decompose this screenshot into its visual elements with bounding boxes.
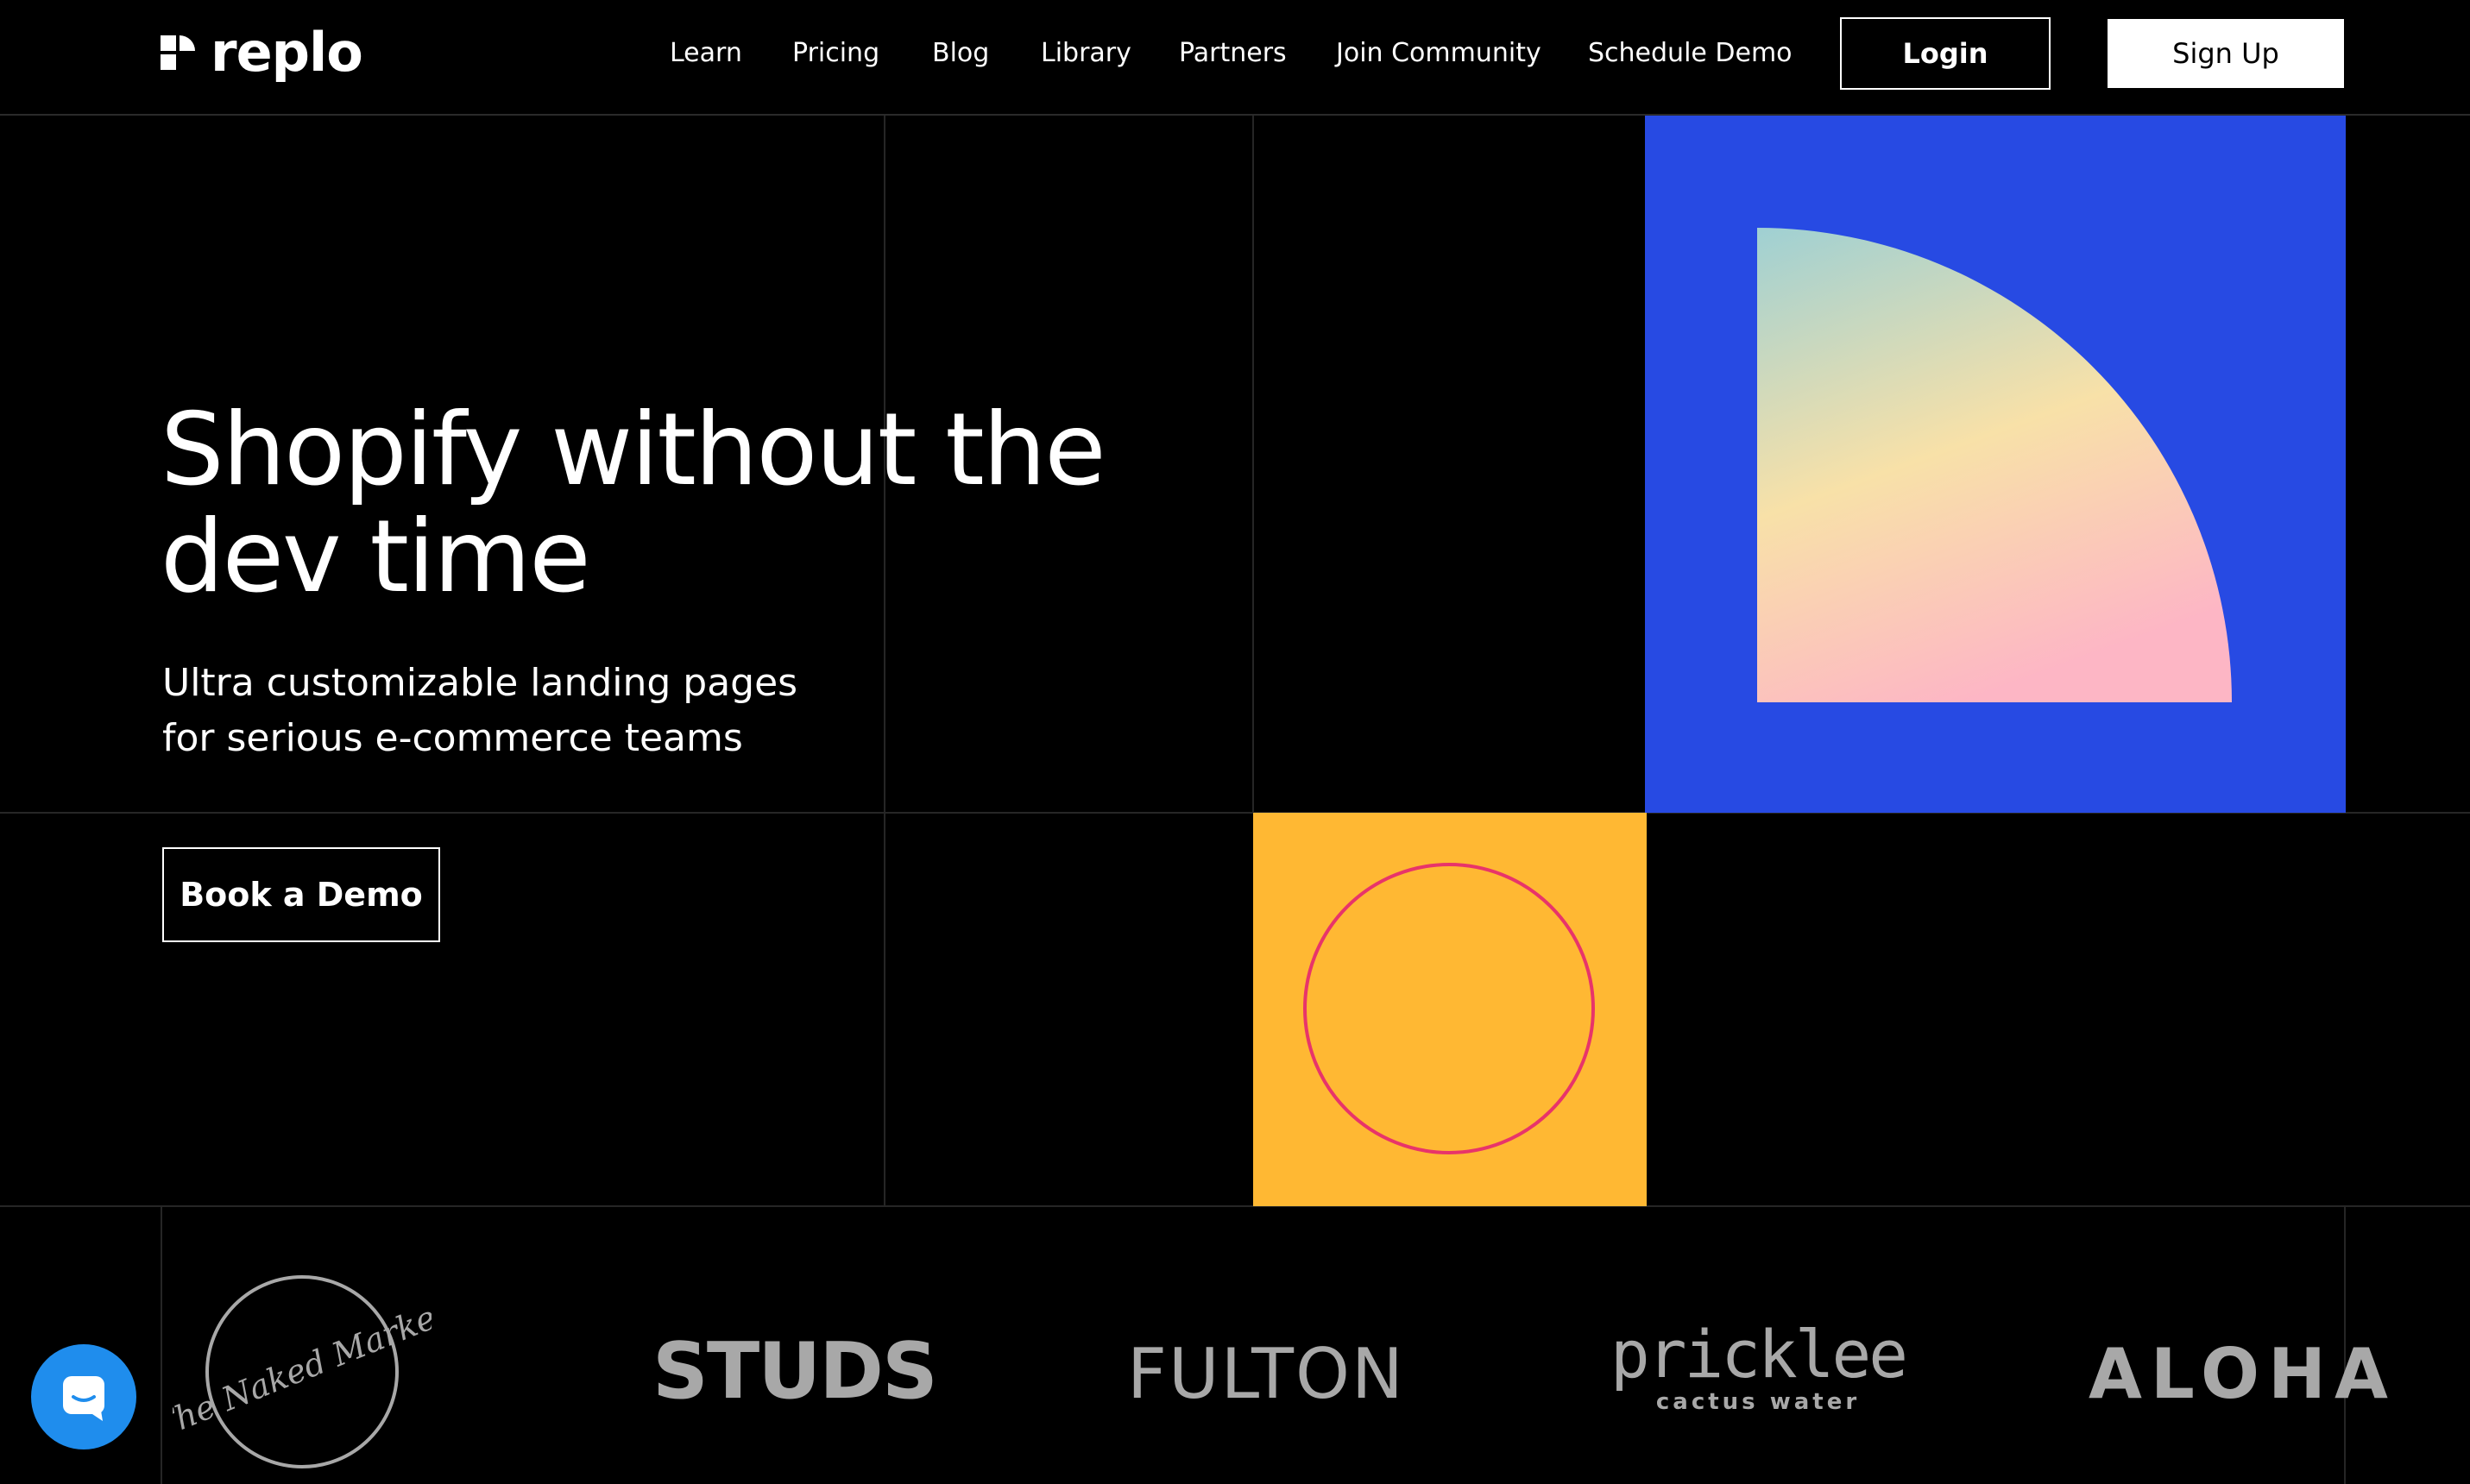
pink-ring-circle bbox=[1303, 863, 1595, 1154]
site-header: replo Learn Pricing Blog Library Partner… bbox=[0, 0, 2470, 116]
nav-link-library[interactable]: Library bbox=[1041, 35, 1131, 72]
blue-graphic-block bbox=[1645, 116, 2346, 813]
nav-link-learn[interactable]: Learn bbox=[670, 35, 742, 72]
book-demo-button[interactable]: Book a Demo bbox=[162, 847, 440, 942]
brand-logo[interactable]: replo bbox=[161, 21, 363, 84]
yellow-graphic-block bbox=[1253, 813, 1647, 1206]
pricklee-logo-name: pricklee bbox=[1610, 1316, 1908, 1393]
pricklee-logo-tagline: cactus water bbox=[1655, 1389, 1861, 1415]
nav-link-schedule-demo[interactable]: Schedule Demo bbox=[1588, 35, 1793, 72]
signup-button[interactable]: Sign Up bbox=[2108, 19, 2344, 88]
chat-launcher-button[interactable] bbox=[31, 1344, 136, 1449]
chat-icon bbox=[63, 1376, 104, 1421]
fulton-logo: FULTON bbox=[1127, 1334, 1405, 1414]
replo-logo-icon bbox=[161, 35, 195, 70]
brand-name: replo bbox=[211, 21, 363, 84]
gradient-quarter-circle bbox=[1757, 228, 2232, 702]
login-button[interactable]: Login bbox=[1840, 17, 2051, 90]
naked-market-logo-text: The Naked Market bbox=[173, 1293, 432, 1446]
nav-link-join-community[interactable]: Join Community bbox=[1336, 35, 1541, 72]
hero-subtitle-line-1: Ultra customizable landing pages bbox=[162, 661, 798, 705]
hero-title-line-1: Shopify without the bbox=[161, 392, 1106, 508]
pricklee-logo: pricklee cactus water bbox=[1610, 1316, 1908, 1416]
aloha-logo: ALOHA bbox=[2089, 1334, 2397, 1414]
hero-title-line-2: dev time bbox=[161, 499, 591, 615]
hero-title: Shopify without the dev time bbox=[161, 397, 1282, 611]
hero-subtitle-line-2: for serious e-commerce teams bbox=[162, 716, 743, 760]
studs-logo: STUDS bbox=[652, 1326, 938, 1417]
grid-line bbox=[161, 1206, 162, 1484]
nav-link-pricing[interactable]: Pricing bbox=[792, 35, 879, 72]
naked-market-logo: The Naked Market bbox=[173, 1275, 432, 1468]
grid-line bbox=[0, 1205, 2470, 1207]
nav-link-partners[interactable]: Partners bbox=[1179, 35, 1287, 72]
nav-link-blog[interactable]: Blog bbox=[932, 35, 989, 72]
hero-subtitle: Ultra customizable landing pages for ser… bbox=[162, 656, 939, 766]
